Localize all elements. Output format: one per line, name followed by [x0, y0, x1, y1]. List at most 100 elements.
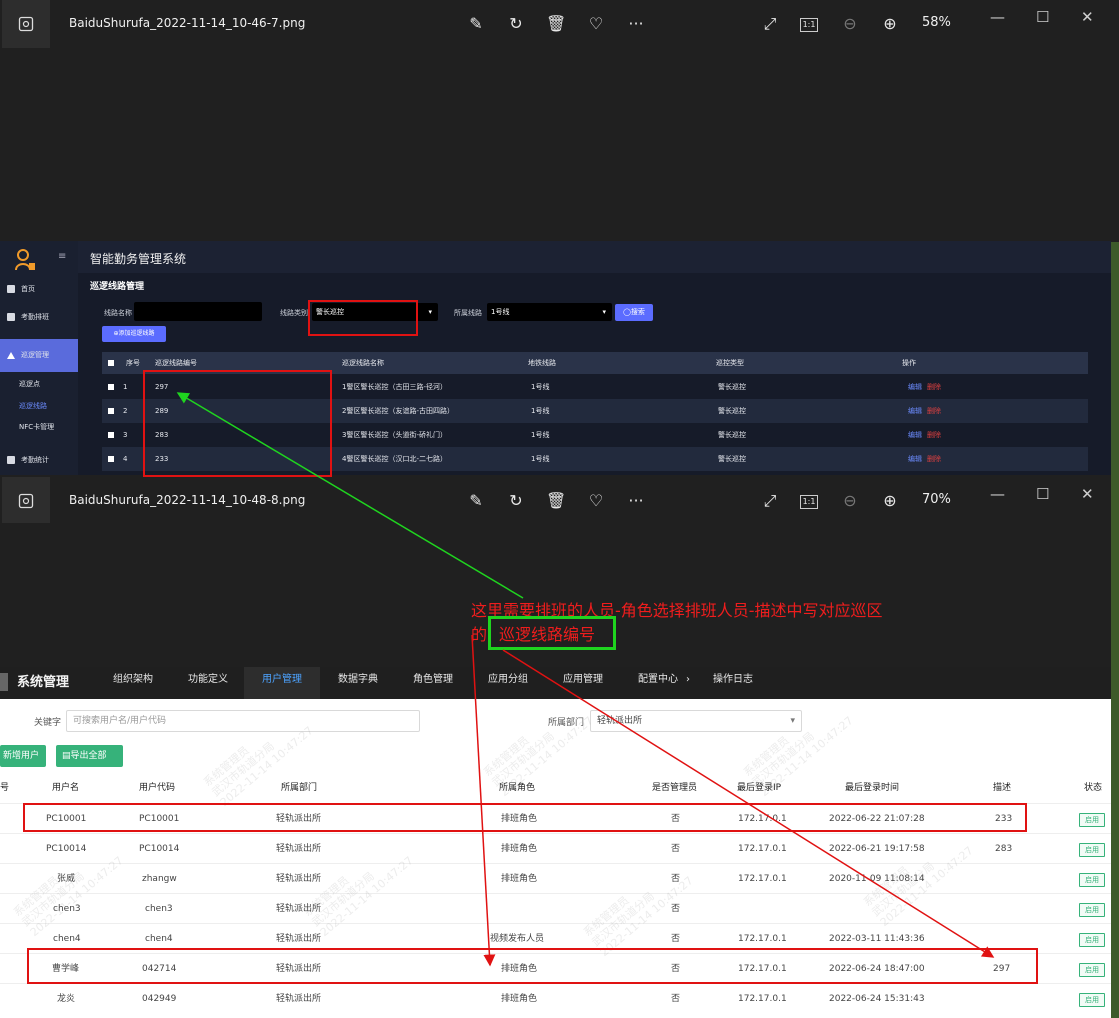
fullscreen-icon[interactable]: ⤢ — [760, 491, 780, 511]
line-label: 所属线路 — [454, 309, 482, 317]
sidebar-item-patrol[interactable]: 巡逻管理 — [0, 339, 78, 372]
row-checkbox[interactable] — [108, 384, 114, 390]
col-actions: 操作 — [902, 359, 916, 367]
tab-functions[interactable]: 功能定义 — [188, 667, 228, 699]
edit-link[interactable]: 编辑 — [908, 407, 922, 415]
close-icon[interactable]: ✕ — [1081, 485, 1094, 503]
table-row[interactable]: 张威 zhangw 轻轨派出所 排班角色 否 172.17.0.1 2020-1… — [0, 863, 1111, 894]
route-name-input[interactable] — [134, 302, 262, 321]
close-icon[interactable]: ✕ — [1081, 8, 1094, 26]
tab-dictionary[interactable]: 数据字典 — [338, 667, 378, 699]
favorite-heart-icon[interactable]: ♡ — [586, 14, 606, 34]
tab-apps[interactable]: 应用管理 — [563, 667, 603, 699]
user-table-header: 号 用户名 用户代码 所属部门 所属角色 是否管理员 最后登录IP 最后登录时间… — [0, 783, 1103, 793]
search-button[interactable]: ◯搜索 — [615, 304, 653, 321]
edit-link[interactable]: 编辑 — [908, 383, 922, 391]
desc-cell: 283 — [995, 844, 1013, 854]
actual-size-button[interactable]: 1:1 — [800, 18, 818, 32]
row-checkbox[interactable] — [108, 432, 114, 438]
favorite-heart-icon[interactable]: ♡ — [586, 491, 606, 511]
rotate-icon[interactable]: ↻ — [506, 14, 526, 34]
status-badge: 启用 — [1079, 903, 1105, 917]
table-row[interactable]: PC10014 PC10014 轻轨派出所 排班角色 否 172.17.0.1 … — [0, 833, 1111, 864]
tab-org[interactable]: 组织架构 — [113, 667, 153, 699]
viewer-filename: BaiduShurufa_2022-11-14_10-48-8.png — [69, 493, 306, 507]
app-title: 智能勤务管理系统 — [90, 252, 187, 266]
zoom-in-icon[interactable]: ⊕ — [880, 14, 900, 34]
sidebar-item-nfc[interactable]: NFC卡管理 — [0, 422, 97, 432]
desktop-background-strip — [1111, 242, 1119, 1018]
maximize-icon[interactable]: ☐ — [1036, 485, 1049, 503]
line-select[interactable]: 1号线 ▾ — [487, 303, 612, 321]
zoom-in-icon[interactable]: ⊕ — [880, 491, 900, 511]
col-name: 巡逻线路名称 — [342, 359, 384, 367]
delete-icon[interactable]: 🗑 — [546, 491, 566, 511]
keyword-search-input[interactable]: 可搜索用户名/用户代码 — [66, 710, 420, 732]
topbar: 智能勤务管理系统 — [78, 241, 1111, 273]
col-line: 地铁线路 — [528, 359, 556, 367]
more-options-icon[interactable]: ··· — [626, 14, 646, 34]
document-icon: ▤ — [62, 751, 71, 761]
status-badge: 启用 — [1079, 813, 1105, 827]
fullscreen-icon[interactable]: ⤢ — [760, 14, 780, 34]
edit-image-icon[interactable]: ✎ — [466, 14, 486, 34]
edit-image-icon[interactable]: ✎ — [466, 491, 486, 511]
table-row[interactable]: 龙炎 042949 轻轨派出所 排班角色 否 172.17.0.1 2022-0… — [0, 983, 1111, 1014]
delete-link[interactable]: 删除 — [927, 383, 941, 391]
zoom-level: 58% — [922, 15, 951, 30]
row-checkbox[interactable] — [108, 408, 114, 414]
table-row[interactable]: chen3 chen3 轻轨派出所 否 启用 — [0, 893, 1111, 924]
rotate-icon[interactable]: ↻ — [506, 491, 526, 511]
sidebar-item-attendance[interactable]: 考勤排班 — [0, 312, 78, 322]
delete-link[interactable]: 删除 — [927, 455, 941, 463]
row-checkbox[interactable] — [108, 456, 114, 462]
edit-link[interactable]: 编辑 — [908, 431, 922, 439]
minimize-icon[interactable]: — — [990, 485, 1005, 503]
tab-users[interactable]: 用户管理 — [244, 667, 320, 699]
route-type-label: 线路类别 — [280, 309, 308, 317]
minimize-icon[interactable]: — — [990, 8, 1005, 26]
export-all-button[interactable]: ▤导出全部 — [56, 745, 123, 767]
sidebar: ≡ 首页 考勤排班 巡逻管理 巡逻点 巡逻线路 NFC卡管理 考勤统计 — [0, 241, 78, 475]
status-badge: 启用 — [1079, 993, 1105, 1007]
edit-link[interactable]: 编辑 — [908, 455, 922, 463]
viewer-filename: BaiduShurufa_2022-11-14_10-46-7.png — [69, 16, 306, 30]
maximize-icon[interactable]: ☐ — [1036, 8, 1049, 26]
status-badge: 启用 — [1079, 963, 1105, 977]
app-title: 系统管理 — [17, 675, 70, 690]
viewer-titlebar-1: BaiduShurufa_2022-11-14_10-46-7.png ✎ ↻ … — [0, 0, 1119, 48]
search-icon: ◯ — [623, 308, 631, 316]
tab-app-groups[interactable]: 应用分组 — [488, 667, 528, 699]
sidebar-item-stats[interactable]: 考勤统计 — [0, 455, 78, 465]
zoom-out-icon[interactable]: ⊖ — [840, 491, 860, 511]
zoom-out-icon[interactable]: ⊖ — [840, 14, 860, 34]
stats-icon — [7, 456, 15, 464]
dept-select[interactable]: 轻轨派出所 ▾ — [590, 710, 802, 732]
add-route-button[interactable]: ⊕添加巡逻线路 — [102, 326, 166, 342]
more-options-icon[interactable]: ··· — [626, 491, 646, 511]
annotation-green-box — [488, 616, 616, 650]
sidebar-item-patrol-point[interactable]: 巡逻点 — [0, 379, 97, 389]
add-user-button[interactable]: 新增用户 — [0, 745, 46, 767]
chevron-down-icon: ▾ — [602, 308, 606, 316]
tab-config[interactable]: 配置中心 — [638, 667, 678, 699]
photos-app-icon[interactable] — [2, 0, 50, 48]
menu-collapse-icon[interactable]: ≡ — [58, 251, 66, 262]
status-badge: 启用 — [1079, 873, 1105, 887]
tab-roles[interactable]: 角色管理 — [413, 667, 453, 699]
calendar-icon — [7, 313, 15, 321]
delete-icon[interactable]: 🗑 — [546, 14, 566, 34]
sidebar-item-home[interactable]: 首页 — [0, 284, 78, 294]
delete-link[interactable]: 删除 — [927, 431, 941, 439]
chevron-right-icon[interactable]: › — [686, 667, 690, 699]
page-title: 巡逻线路管理 — [90, 282, 145, 292]
select-all-checkbox[interactable] — [108, 360, 114, 366]
actual-size-button[interactable]: 1:1 — [800, 495, 818, 509]
sidebar-item-patrol-route[interactable]: 巡逻线路 — [0, 401, 97, 411]
delete-link[interactable]: 删除 — [927, 407, 941, 415]
home-icon — [7, 285, 15, 293]
photos-app-icon[interactable] — [2, 477, 50, 525]
user-row-highlight-box-2 — [27, 948, 1038, 984]
tab-logs[interactable]: 操作日志 — [713, 667, 753, 699]
back-icon[interactable] — [0, 673, 8, 691]
